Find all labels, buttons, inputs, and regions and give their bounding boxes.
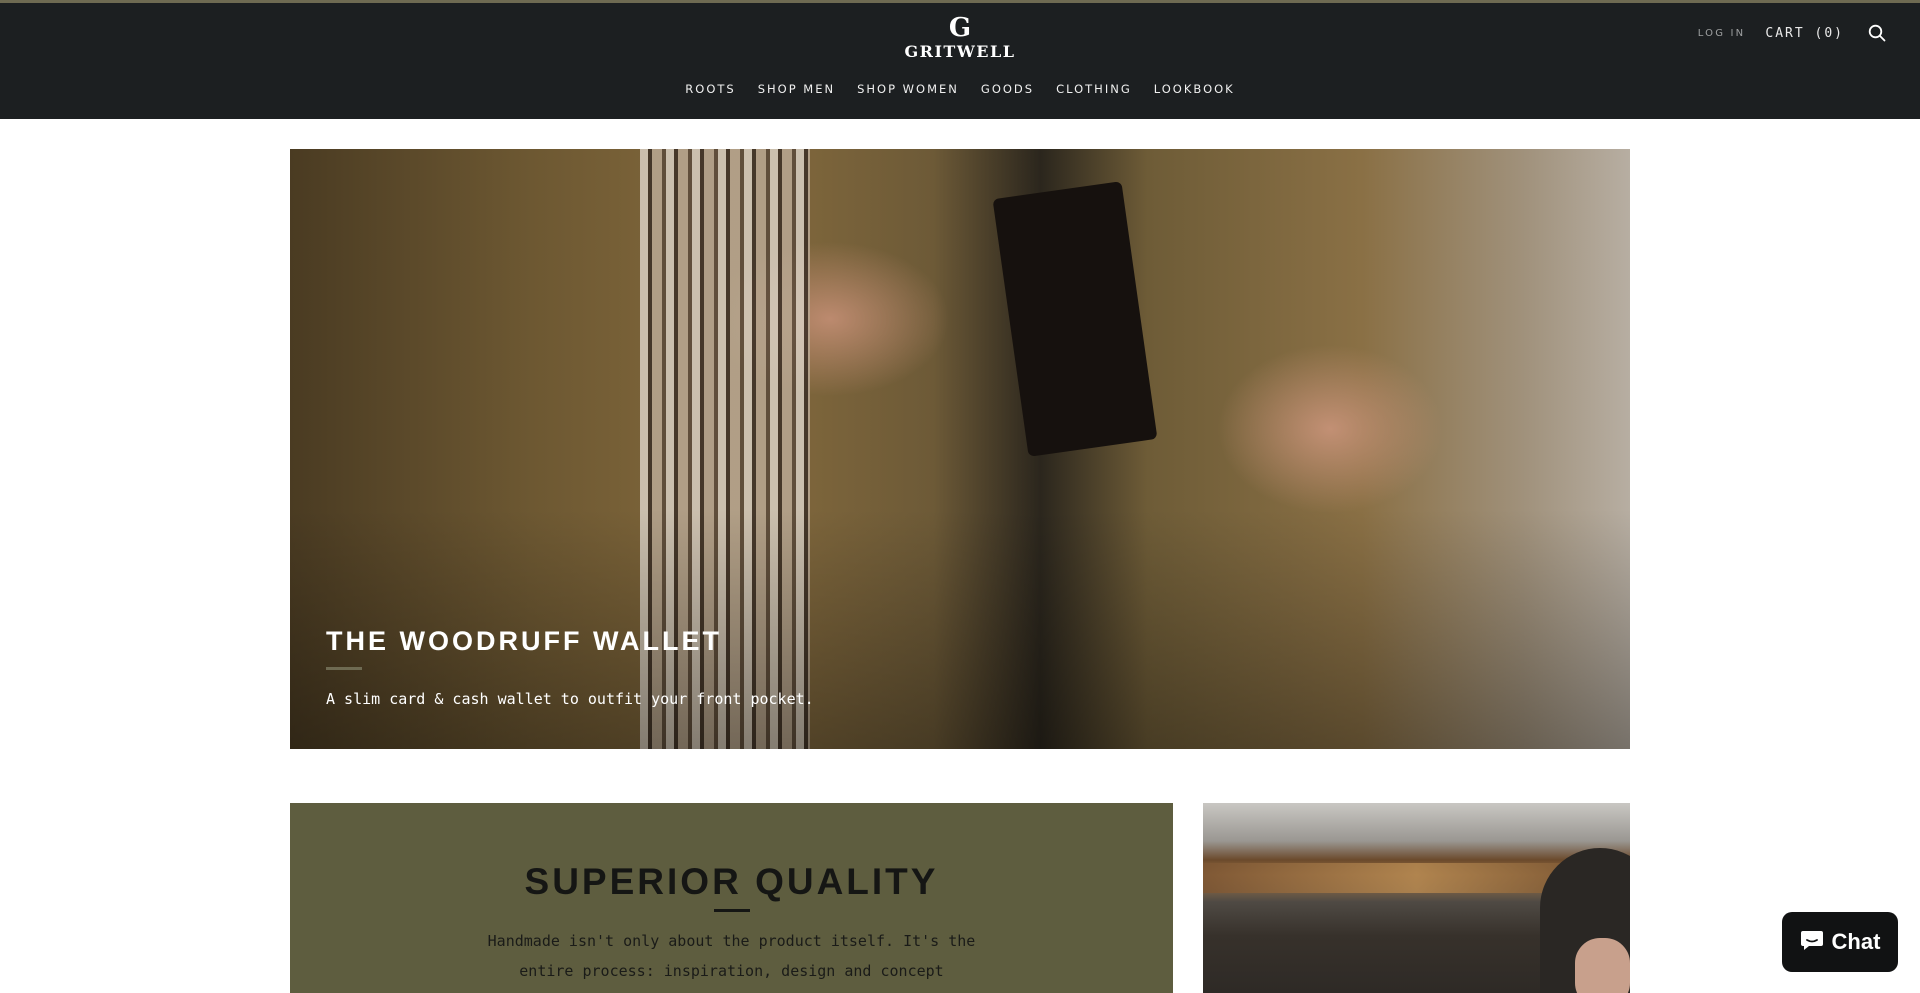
quality-block: SUPERIOR QUALITY Handmade isn't only abo…	[290, 803, 1173, 993]
main-nav: ROOTS SHOP MEN SHOP WOMEN GOODS CLOTHING…	[0, 82, 1920, 96]
site-logo[interactable]: G GRITWELL	[880, 15, 1040, 67]
nav-item-lookbook[interactable]: LOOKBOOK	[1154, 82, 1235, 96]
quality-title: SUPERIOR QUALITY	[524, 861, 939, 902]
header-actions: LOG IN CART (0)	[1698, 21, 1888, 45]
nav-item-roots[interactable]: ROOTS	[685, 82, 735, 96]
hero-caption: THE WOODRUFF WALLET A slim card & cash w…	[326, 624, 814, 710]
quality-text: Handmade isn't only about the product it…	[472, 926, 992, 986]
chat-bubble-icon	[1800, 929, 1824, 955]
nav-item-shop-women[interactable]: SHOP WOMEN	[857, 82, 959, 96]
quality-text-line-2: entire process: inspiration, design and …	[519, 962, 944, 980]
workshop-image[interactable]	[1203, 803, 1630, 993]
hero-title: THE WOODRUFF WALLET	[326, 626, 722, 656]
cart-link[interactable]: CART (0)	[1765, 26, 1844, 41]
nav-item-shop-men[interactable]: SHOP MEN	[758, 82, 835, 96]
quality-text-line-1: Handmade isn't only about the product it…	[487, 932, 976, 950]
nav-item-clothing[interactable]: CLOTHING	[1056, 82, 1132, 96]
search-icon[interactable]	[1866, 22, 1888, 44]
logo-text: GRITWELL	[904, 42, 1016, 61]
logo-mark: G	[948, 13, 972, 43]
hero-banner[interactable]: THE WOODRUFF WALLET A slim card & cash w…	[290, 149, 1630, 749]
nav-item-goods[interactable]: GOODS	[981, 82, 1034, 96]
hero-title-divider	[326, 667, 362, 670]
chat-button[interactable]: Chat	[1782, 912, 1898, 972]
chat-label: Chat	[1831, 929, 1881, 954]
hero-subtitle: A slim card & cash wallet to outfit your…	[326, 690, 814, 708]
workshop-image-face	[1575, 938, 1630, 993]
quality-title-divider	[713, 909, 750, 912]
site-header: G GRITWELL LOG IN CART (0) ROOTS SHOP ME…	[0, 3, 1920, 119]
login-link[interactable]: LOG IN	[1698, 28, 1746, 39]
